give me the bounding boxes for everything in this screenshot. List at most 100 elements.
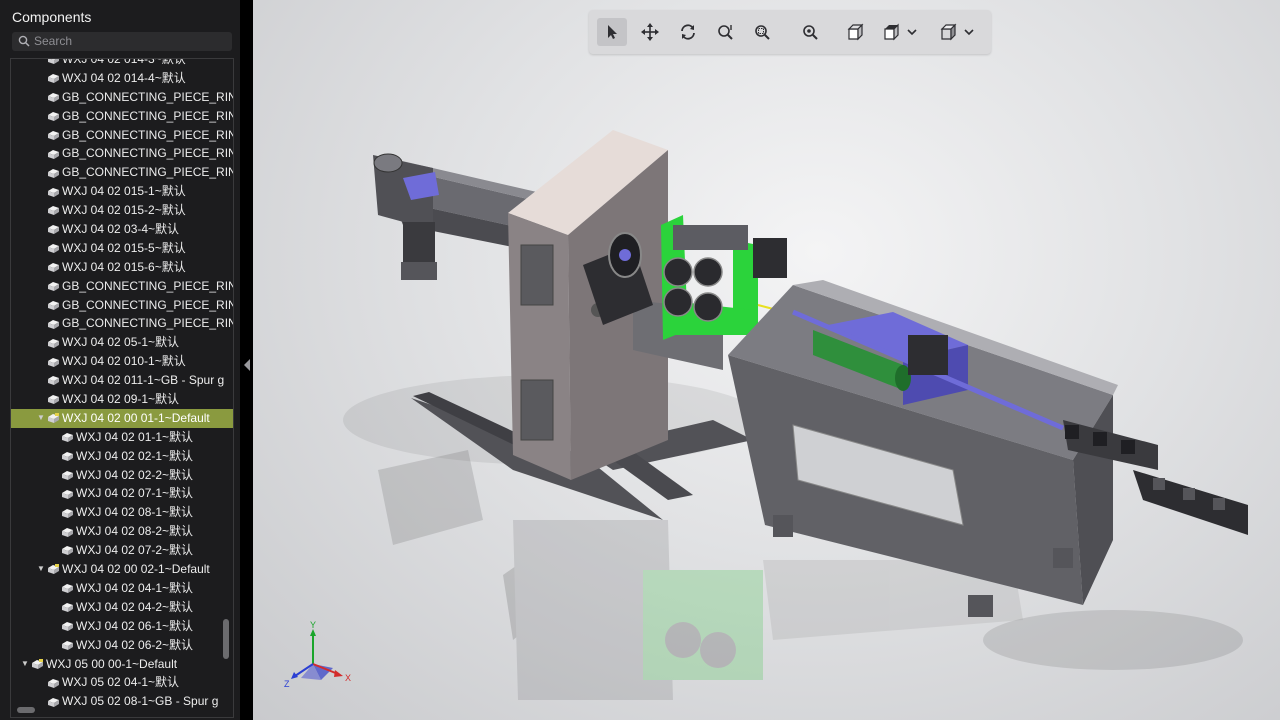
zoom-tool-button[interactable] <box>711 18 741 46</box>
view-box-button[interactable] <box>841 18 871 46</box>
zoom-window-button[interactable] <box>747 18 777 46</box>
tree-item[interactable]: GB_CONNECTING_PIECE_RIN <box>11 144 233 163</box>
tree-item-label: WXJ 04 02 04-2~默认 <box>76 599 194 614</box>
horizontal-scrollbar[interactable] <box>17 707 35 713</box>
tree-item[interactable]: WXJ 04 02 08-2~默认 <box>11 522 233 541</box>
tree-item-label: WXJ 04 02 015-5~默认 <box>62 240 186 255</box>
tree-item-label: WXJ 04 02 010-1~默认 <box>62 354 186 369</box>
part-icon <box>48 395 59 405</box>
expand-toggle-icon[interactable]: ▼ <box>37 409 45 428</box>
expand-toggle-icon[interactable]: ▼ <box>21 655 29 674</box>
collapse-panel-icon[interactable] <box>243 358 251 372</box>
tree-item[interactable]: WXJ 04 02 010-1~默认 <box>11 352 233 371</box>
axis-triad: Y X Z <box>284 620 351 689</box>
tree-item-label: WXJ 04 02 08-1~默认 <box>76 505 194 520</box>
select-tool-button[interactable] <box>597 18 627 46</box>
part-icon <box>48 376 59 386</box>
search-box[interactable] <box>12 32 232 51</box>
machine-model[interactable] <box>253 0 1280 720</box>
tree-item[interactable]: WXJ 04 02 08-1~默认 <box>11 503 233 522</box>
tree-item[interactable]: WXJ 04 02 05-1~默认 <box>11 333 233 352</box>
rotate-tool-button[interactable] <box>673 18 703 46</box>
tree-item-label: GB_CONNECTING_PIECE_RIN <box>62 316 233 331</box>
search-input[interactable] <box>34 33 224 49</box>
view-box-icon <box>847 23 864 41</box>
part-icon <box>48 282 59 292</box>
tree-item-label: WXJ 04 02 07-2~默认 <box>76 543 194 558</box>
part-icon <box>48 187 59 197</box>
tree-item[interactable]: WXJ 05 02 08-1~GB - Spur g <box>11 692 233 711</box>
tree-item[interactable]: WXJ 04 02 07-1~默认 <box>11 484 233 503</box>
chevron-down-icon <box>907 29 917 36</box>
part-icon <box>62 433 73 443</box>
tree-item[interactable]: WXJ 04 02 06-1~默认 <box>11 617 233 636</box>
tree-item-label: WXJ 04 02 011-1~GB - Spur g <box>62 373 225 388</box>
zoom-window-icon <box>755 25 770 40</box>
display-style-button[interactable] <box>935 18 979 46</box>
tree-item[interactable]: WXJ 04 02 02-2~默认 <box>11 466 233 485</box>
assembly-icon <box>48 564 59 575</box>
expand-toggle-icon[interactable]: ▼ <box>37 560 45 579</box>
3d-viewport[interactable]: Y X Z <box>253 0 1280 720</box>
tree-item[interactable]: WXJ 04 02 02-1~默认 <box>11 447 233 466</box>
tree-item[interactable]: WXJ 04 02 06-2~默认 <box>11 636 233 655</box>
tree-item[interactable]: WXJ 04 02 04-2~默认 <box>11 598 233 617</box>
part-icon <box>48 59 59 65</box>
part-icon <box>62 640 73 650</box>
tree-item-label: WXJ 04 02 02-1~默认 <box>76 448 194 463</box>
part-icon <box>62 546 73 556</box>
tree-item[interactable]: GB_CONNECTING_PIECE_RIN <box>11 277 233 296</box>
tree-item-label: GB_CONNECTING_PIECE_RIN <box>62 89 233 104</box>
tree-item-label: GB_CONNECTING_PIECE_RIN <box>62 127 233 142</box>
tree-item[interactable]: WXJ 04 02 015-2~默认 <box>11 201 233 220</box>
tree-item[interactable]: WXJ 04 02 015-5~默认 <box>11 239 233 258</box>
tree-item[interactable]: WXJ 04 02 011-1~GB - Spur g <box>11 371 233 390</box>
tree-item[interactable]: WXJ 04 02 03-4~默认 <box>11 220 233 239</box>
tree-item[interactable]: GB_CONNECTING_PIECE_RIN <box>11 88 233 107</box>
part-icon <box>48 300 59 310</box>
part-icon <box>62 452 73 462</box>
vertical-scrollbar[interactable] <box>223 619 229 659</box>
tree-item-label: WXJ 04 02 07-1~默认 <box>76 486 194 501</box>
tree-item-label: WXJ 05 00 00-1~Default <box>46 656 178 671</box>
tree-item[interactable]: WXJ 04 02 09-1~默认 <box>11 390 233 409</box>
x-axis-label: X <box>345 673 351 683</box>
pan-tool-button[interactable] <box>635 18 665 46</box>
tree-item-label: GB_CONNECTING_PIECE_RIN <box>62 278 233 293</box>
zoom-fit-button[interactable] <box>795 18 825 46</box>
tree-item[interactable]: WXJ 04 02 01-1~默认 <box>11 428 233 447</box>
tree-item[interactable]: GB_CONNECTING_PIECE_RIN <box>11 314 233 333</box>
tree-item-label: WXJ 04 02 08-2~默认 <box>76 524 194 539</box>
tree-item[interactable]: GB_CONNECTING_PIECE_RIN <box>11 107 233 126</box>
part-icon <box>48 263 59 273</box>
tree-item[interactable]: GB_CONNECTING_PIECE_RIN <box>11 163 233 182</box>
part-icon <box>48 338 59 348</box>
tree-item[interactable]: GB_CONNECTING_PIECE_RIN <box>11 126 233 145</box>
search-icon <box>18 35 30 47</box>
tree-item-label: GB_CONNECTING_PIECE_RIN <box>62 146 233 161</box>
select-arrow-icon <box>608 25 617 39</box>
tree-item[interactable]: WXJ 04 02 04-1~默认 <box>11 579 233 598</box>
part-icon <box>48 130 59 140</box>
tree-item[interactable]: ▼ WXJ 05 00 00-1~Default <box>11 655 233 674</box>
part-icon <box>48 168 59 178</box>
tree-item-label: WXJ 04 02 00 01-1~Default <box>62 410 210 425</box>
tree-item-label: WXJ 04 02 014-3~默认 <box>62 58 186 66</box>
tree-item[interactable]: WXJ 04 02 014-3~默认 <box>11 58 233 69</box>
tree-item[interactable]: WXJ 04 02 015-1~默认 <box>11 182 233 201</box>
part-icon <box>62 527 73 537</box>
part-icon <box>48 678 59 688</box>
tree-item[interactable]: WXJ 05 02 04-1~默认 <box>11 673 233 692</box>
assembly-icon <box>32 658 43 669</box>
tree-item[interactable]: WXJ 04 02 07-2~默认 <box>11 541 233 560</box>
tree-item-label: WXJ 04 02 015-6~默认 <box>62 259 186 274</box>
tree-item[interactable]: ▼ WXJ 04 02 00 02-1~Default <box>11 560 233 579</box>
tree-item[interactable]: ▼ WXJ 04 02 00 01-1~Default <box>11 408 233 428</box>
zoom-fit-icon <box>803 25 818 40</box>
tree-item[interactable]: WXJ 04 02 014-4~默认 <box>11 69 233 88</box>
zoom-icon <box>718 25 733 40</box>
tree-item[interactable]: GB_CONNECTING_PIECE_RIN <box>11 296 233 315</box>
tree-item[interactable]: WXJ 04 02 015-6~默认 <box>11 258 233 277</box>
component-tree[interactable]: WXJ 04 02 014-3~默认 WXJ 04 02 014-4~默认 GB_C… <box>10 58 234 718</box>
view-orientation-button[interactable] <box>879 18 921 46</box>
